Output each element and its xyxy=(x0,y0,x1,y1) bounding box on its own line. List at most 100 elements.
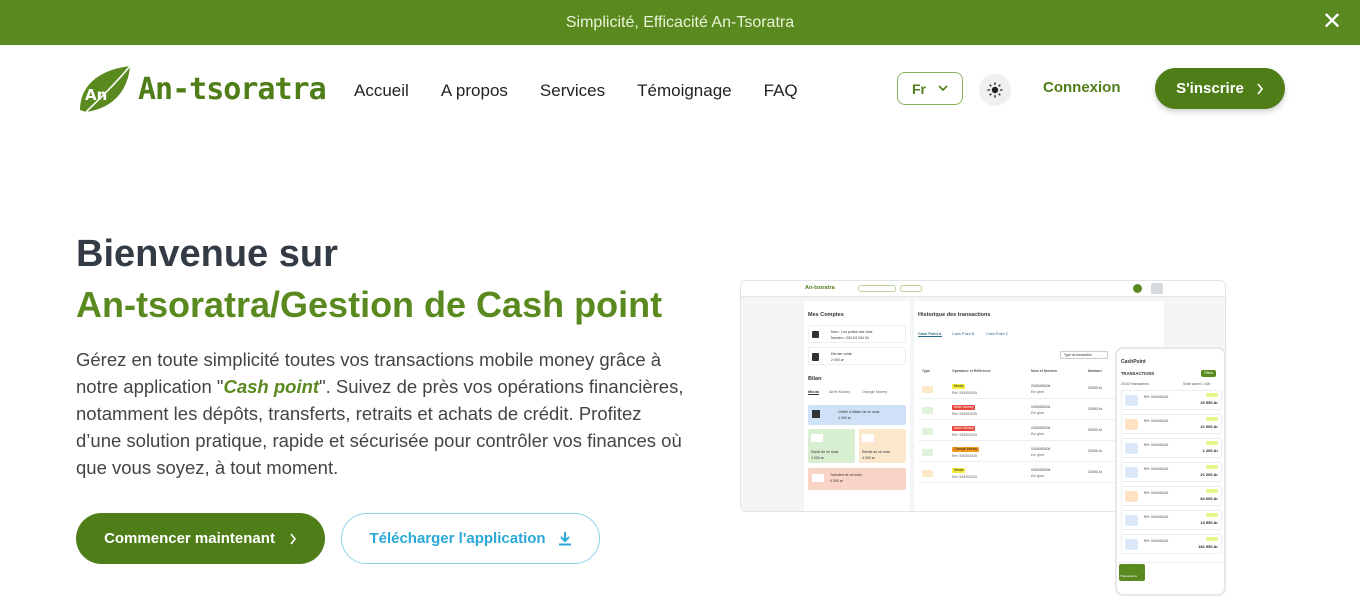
mock-col-name: Nom et Numero xyxy=(1031,369,1058,373)
nav-link-a-propos[interactable]: A propos xyxy=(441,81,508,101)
chevron-right-icon xyxy=(290,533,296,544)
mock-row-number: 0345453404 xyxy=(1031,405,1051,409)
mock-retrait-label: Retrait de ce mois xyxy=(862,450,891,454)
phone-title: TRANSACTIONS xyxy=(1121,371,1155,376)
phone-row-amount: 84 000 Ar xyxy=(1200,496,1218,501)
logo[interactable]: An An-tsoratra xyxy=(76,60,327,118)
mock-row-number: 0345453404 xyxy=(1031,447,1051,451)
chevron-right-icon xyxy=(1257,83,1263,94)
hero-subtitle: An-tsoratra/Gestion de Cash point xyxy=(76,284,663,325)
theme-toggle[interactable] xyxy=(979,74,1011,106)
hero-title: Bienvenue sur xyxy=(76,233,338,275)
language-value: Fr xyxy=(912,80,926,97)
download-app-button[interactable]: Télécharger l'application xyxy=(341,513,600,564)
phone-filter-button: Filtres xyxy=(1201,370,1217,377)
phone-tab-label: Transactions xyxy=(1120,574,1138,578)
mock-row-ref: Ref: 545353035 xyxy=(952,391,977,395)
mock-depot-label: Dépôt de ce mois xyxy=(811,450,839,454)
mock-balance-value: 2 000 ar xyxy=(831,358,844,362)
mock-row-amount: 20000 Ar xyxy=(1088,449,1103,453)
mock-ca-label: Chiffre d'affaire de ce mois xyxy=(838,410,880,414)
nav-link-accueil[interactable]: Accueil xyxy=(354,81,409,101)
close-icon[interactable]: ✕ xyxy=(1318,8,1346,36)
phone-balance: Solde actuel 1 444r xyxy=(1183,382,1211,386)
mock-tab-mvola: Mvola xyxy=(808,390,819,395)
phone-transaction-row: Ref: 0345453404 21 200 Ar xyxy=(1121,462,1222,482)
phone-transaction-row: Ref: 0345453404 20 550 Ar xyxy=(1121,390,1222,410)
phone-screenshot: CashPoint TRANSACTIONS Filtres 20.007 tr… xyxy=(1115,347,1226,596)
phone-transaction-row: Ref: 0345453404 84 000 Ar xyxy=(1121,486,1222,506)
mock-cashpoint-c: Cash Point C xyxy=(986,332,1009,336)
leaf-logo-icon: An xyxy=(80,65,131,113)
mock-row-operator: Mvola xyxy=(952,384,966,389)
mock-row-ref: Ref: 545353035 xyxy=(952,412,977,416)
mock-cashpoint-a: Cash Point A xyxy=(918,332,942,337)
mock-account-number: Numéro : 034 04 034 04 xyxy=(831,336,869,340)
mock-row-amount: 20000 Ar xyxy=(1088,386,1103,390)
logo-badge-text: An xyxy=(85,86,107,104)
phone-row-amount: 13 550 Ar xyxy=(1200,520,1218,525)
mock-row-name: Em ghre xyxy=(1031,432,1045,436)
hero-brand-name: Cash point xyxy=(223,376,320,397)
mock-row-ref: Ref: 545353035 xyxy=(952,454,977,458)
announcement-bar: Simplicité, Efficacité An-Tsoratra ✕ xyxy=(0,0,1360,45)
phone-row-amount: 20 550 Ar xyxy=(1200,400,1218,405)
mock-row-amount: 20000 Ar xyxy=(1088,407,1103,411)
hero-description: Gérez en toute simplicité toutes vos tra… xyxy=(76,346,691,481)
phone-row-amount: 181 950 Ar xyxy=(1198,544,1218,549)
mock-row-amount: 20000 Ar xyxy=(1088,470,1103,474)
login-link[interactable]: Connexion xyxy=(1043,79,1121,96)
mock-row-name: Em ghre xyxy=(1031,411,1045,415)
phone-row-amount: 21 000 Ar xyxy=(1200,424,1218,429)
mock-row-name: Em ghre xyxy=(1031,474,1045,478)
mock-col-type: Type xyxy=(922,369,930,373)
mock-row-operator: Orange Money xyxy=(952,447,980,452)
phone-transaction-row: Ref: 0345453404 1 200 Ar xyxy=(1121,438,1222,458)
mock-transfert-value: 4 000 ar xyxy=(830,479,843,483)
phone-transaction-row: Ref: 0345453404 13 550 Ar xyxy=(1121,510,1222,530)
mock-ca-value: 4 000 ar xyxy=(838,416,851,420)
announcement-text: Simplicité, Efficacité An-Tsoratra xyxy=(565,13,795,31)
mock-logo: An-tsoratra xyxy=(805,285,835,291)
phone-app-name: CashPoint xyxy=(1121,359,1146,365)
mock-row-number: 0345453404 xyxy=(1031,426,1051,430)
mock-tab-airtel: Airtel Money xyxy=(829,390,851,394)
mock-history-title: Historique des transactions xyxy=(918,312,991,318)
mock-row-name: Em ghre xyxy=(1031,390,1045,394)
start-now-label: Commencer maintenant xyxy=(104,530,275,547)
mock-row-amount: 20000 Ar xyxy=(1088,428,1103,432)
mock-row-operator: Mvola xyxy=(952,468,966,473)
mock-filter: Type de transaction xyxy=(1060,351,1108,359)
mock-accounts-title: Mes Comptes xyxy=(808,312,844,318)
signup-button[interactable]: S'inscrire xyxy=(1155,68,1285,109)
mock-sidebar: Mes Comptes Nom : Les portes des vitus N… xyxy=(804,301,910,511)
mock-cashpoint-b: Cash Point B xyxy=(952,332,975,336)
mock-col-operator: Opérateur et Référence xyxy=(952,369,991,373)
mock-row-number: 0345453404 xyxy=(1031,468,1051,472)
navbar: An An-tsoratra Accueil A propos Services… xyxy=(0,45,1360,135)
mock-col-amount: Montant xyxy=(1088,369,1102,373)
nav-link-services[interactable]: Services xyxy=(540,81,605,101)
mock-transfert-label: Transfert de ce mois xyxy=(830,473,862,477)
phone-row-amount: 21 200 Ar xyxy=(1200,472,1218,477)
mock-row-operator: Airtel Money xyxy=(952,405,976,410)
main-menu: Accueil A propos Services Témoignage FAQ xyxy=(354,81,798,101)
phone-transaction-row: Ref: 0345453404 21 000 Ar xyxy=(1121,414,1222,434)
mock-retrait-value: 4 000 ar xyxy=(862,456,875,460)
mock-account-name: Nom : Les portes des vitus xyxy=(831,330,873,334)
nav-link-faq[interactable]: FAQ xyxy=(764,81,798,101)
phone-transaction-row: Ref: 0345453404 181 950 Ar xyxy=(1121,534,1222,554)
mock-row-ref: Ref: 545353035 xyxy=(952,433,977,437)
sun-icon xyxy=(987,82,1003,98)
download-icon xyxy=(558,532,571,546)
phone-count: 20.007 transactions xyxy=(1121,382,1149,386)
mock-tab-orange: Orange Money xyxy=(862,390,888,394)
language-select[interactable]: Fr xyxy=(897,72,963,105)
mock-topbar: An-tsoratra xyxy=(741,281,1225,297)
start-now-button[interactable]: Commencer maintenant xyxy=(76,513,325,564)
chevron-down-icon xyxy=(938,85,948,92)
mock-bilan-title: Bilan xyxy=(808,376,822,382)
nav-link-temoignage[interactable]: Témoignage xyxy=(637,81,732,101)
mock-row-operator: Airtel Money xyxy=(952,426,976,431)
phone-row-amount: 1 200 Ar xyxy=(1202,448,1218,453)
